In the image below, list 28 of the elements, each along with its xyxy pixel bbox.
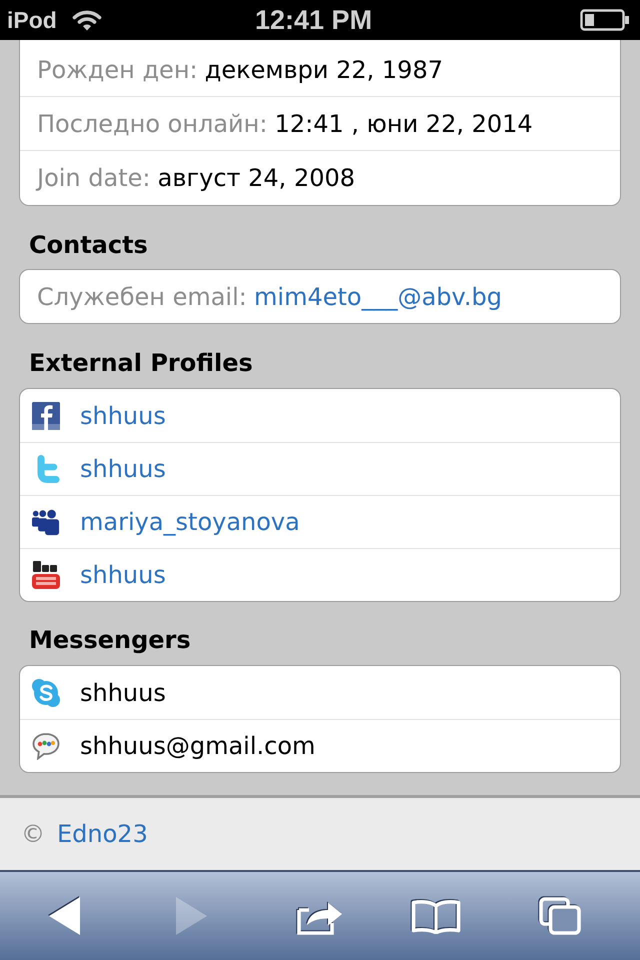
field-value: август 24, 2008 [158,163,356,194]
f-logo-icon [32,402,60,430]
field-value: декември 22, 1987 [204,54,443,86]
field-label: Последно онлайн: [37,108,268,140]
section-heading: Contacts [29,231,148,259]
profile-link[interactable]: shhuus [80,398,166,434]
profile-link[interactable]: shhuus [80,557,166,593]
clock-time: 12:41 PM [255,6,372,34]
field-value: 12:41 , юни 22, 2014 [274,108,533,140]
profile-link[interactable]: mariya_stoyanova [80,504,300,540]
footer-link[interactable]: Edno23 [57,816,148,852]
messenger-handle: shhuus@gmail.com [80,731,316,762]
battery-icon [580,9,630,31]
people-icon [32,508,60,536]
field-label: Join date: [37,163,150,194]
email-link[interactable]: mim4eto___@abv.bg [254,278,502,314]
speech-bubble-icon [32,732,60,760]
field-label: Служебен email: [37,282,247,312]
copyright-symbol: © [21,819,45,850]
wifi-icon [72,9,102,31]
section-heading: Messengers [29,626,191,654]
messenger-handle: shhuus [80,678,166,708]
field-label: Рожден ден: [37,54,198,86]
section-heading: External Profiles [29,349,253,377]
device-name: iPod [7,6,57,34]
video-logo-icon [32,561,60,589]
profile-link[interactable]: shhuus [80,451,166,487]
s-logo-icon [32,678,60,706]
